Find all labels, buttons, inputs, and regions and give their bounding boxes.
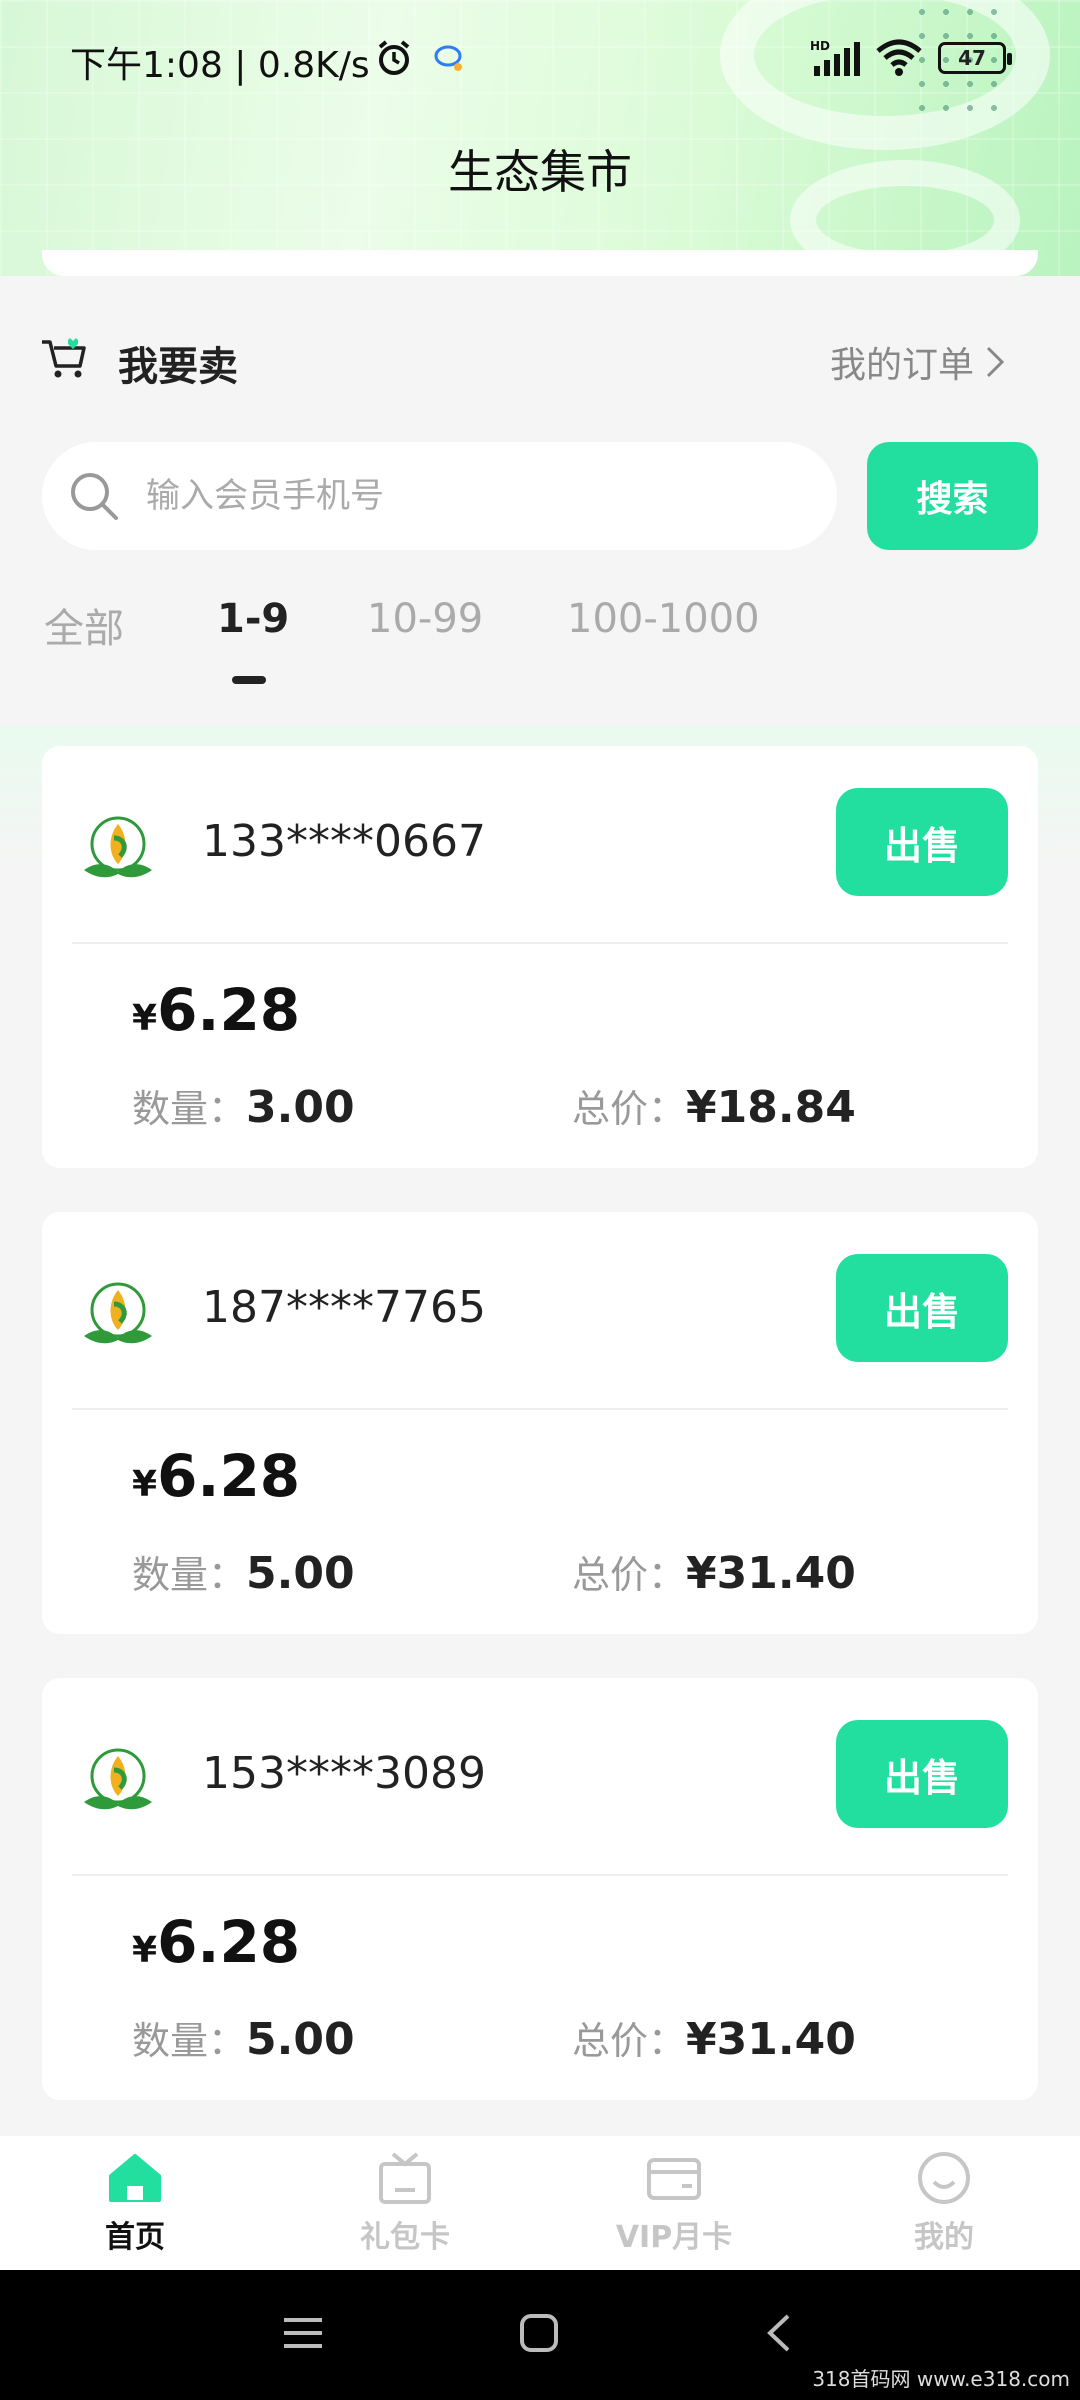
total-price-label: 总价：	[572, 1087, 687, 1131]
sell-title: 我要卖	[118, 344, 238, 390]
quantity-value: 3.00	[246, 1082, 355, 1133]
my-orders-link[interactable]: 我的订单	[830, 336, 1006, 388]
quantity-label: 数量：	[132, 2019, 247, 2063]
leaf-logo-icon	[84, 816, 152, 878]
unit-price: ¥6.28	[132, 1442, 300, 1510]
nav-gift-card-label: 礼包卡	[360, 2220, 450, 2255]
order-card: 153****3089 出售 ¥6.28 数量：5.00 总价：¥31.40	[42, 1678, 1038, 2100]
header-panel-edge	[42, 250, 1038, 276]
member-phone: 133****0667	[202, 816, 486, 867]
active-tab-indicator	[232, 676, 266, 684]
tab-1-9[interactable]: 1-9	[217, 596, 289, 642]
nav-gift-card[interactable]: 礼包卡	[305, 2150, 505, 2256]
sell-button[interactable]: 出售	[836, 1720, 1008, 1828]
home-icon	[109, 2154, 161, 2202]
home-square-icon[interactable]	[518, 2312, 560, 2354]
currency-symbol: ¥	[132, 1464, 158, 1505]
my-orders-label: 我的订单	[829, 345, 974, 386]
unit-price-value: 6.28	[157, 976, 301, 1044]
battery-level: 47	[958, 46, 986, 70]
total-price-label: 总价：	[572, 2019, 687, 2063]
cellular-signal-icon: HD	[810, 39, 860, 76]
status-icons-left	[374, 38, 466, 78]
system-navigation-bar: 318首码网 www.e318.com	[0, 2270, 1080, 2400]
total-price-value: ¥31.40	[686, 2014, 856, 2065]
chevron-right-icon	[986, 346, 1005, 378]
back-icon[interactable]	[760, 2312, 802, 2354]
profile-icon	[918, 2152, 970, 2204]
tab-all[interactable]: 全部	[44, 596, 124, 654]
menu-icon[interactable]	[282, 2312, 324, 2354]
member-phone: 153****3089	[202, 1748, 486, 1799]
leaf-logo-icon	[84, 1748, 152, 1810]
sell-section-header: 我要卖 我的订单	[0, 300, 1080, 420]
wifi-icon	[876, 39, 922, 76]
chat-bubble-icon	[434, 45, 462, 71]
nav-home[interactable]: 首页	[35, 2150, 235, 2256]
status-time: 下午1:08 | 0.8K/s	[70, 45, 370, 86]
sell-button[interactable]: 出售	[836, 1254, 1008, 1362]
status-icons-right: HD 47	[810, 38, 1012, 78]
gift-card-icon	[379, 2152, 431, 2204]
total-price-value: ¥31.40	[686, 1548, 856, 1599]
range-tabs: 全部 1-9 10-99 100-1000	[0, 596, 1080, 686]
status-bar: 下午1:08 | 0.8K/s HD 47	[0, 28, 1080, 88]
vip-card-icon	[647, 2158, 701, 2200]
sell-button[interactable]: 出售	[836, 788, 1008, 896]
search-button[interactable]: 搜索	[867, 442, 1038, 550]
quantity: 数量：3.00	[132, 1078, 355, 1133]
unit-price: ¥6.28	[132, 1908, 300, 1976]
page-title: 生态集市	[448, 145, 632, 199]
currency-symbol: ¥	[132, 998, 158, 1039]
search-box[interactable]	[42, 442, 837, 550]
quantity: 数量：5.00	[132, 2010, 355, 2065]
card-divider	[72, 942, 1008, 944]
total-price: 总价：¥31.40	[572, 1544, 856, 1599]
bottom-navigation: 首页 礼包卡 VIP月卡 我的	[0, 2136, 1080, 2270]
leaf-logo-icon	[84, 1282, 152, 1344]
member-phone: 187****7765	[202, 1282, 486, 1333]
search-icon	[71, 473, 118, 520]
quantity-value: 5.00	[246, 1548, 355, 1599]
card-divider	[72, 1408, 1008, 1410]
total-price: 总价：¥31.40	[572, 2010, 856, 2065]
nav-profile[interactable]: 我的	[844, 2150, 1044, 2256]
quantity-value: 5.00	[246, 2014, 355, 2065]
unit-price: ¥6.28	[132, 976, 300, 1044]
total-price: 总价：¥18.84	[572, 1078, 856, 1133]
order-card: 133****0667 出售 ¥6.28 数量：3.00 总价：¥18.84	[42, 746, 1038, 1168]
nav-home-label: 首页	[105, 2220, 165, 2255]
nav-vip-card-label: VIP月卡	[615, 2220, 733, 2255]
tab-10-99[interactable]: 10-99	[367, 596, 483, 642]
battery-indicator: 47	[938, 42, 1012, 74]
currency-symbol: ¥	[132, 1930, 158, 1971]
total-price-label: 总价：	[572, 1553, 687, 1597]
quantity-label: 数量：	[132, 1087, 247, 1131]
quantity-label: 数量：	[132, 1553, 247, 1597]
card-divider	[72, 1874, 1008, 1876]
unit-price-value: 6.28	[157, 1908, 301, 1976]
watermark: 318首码网 www.e318.com	[812, 2367, 1070, 2391]
tab-100-1000[interactable]: 100-1000	[567, 596, 760, 642]
shopping-cart-icon	[42, 338, 86, 378]
order-card: 187****7765 出售 ¥6.28 数量：5.00 总价：¥31.40	[42, 1212, 1038, 1634]
svg-text:HD: HD	[810, 39, 830, 53]
nav-profile-label: 我的	[914, 2220, 974, 2255]
quantity: 数量：5.00	[132, 1544, 355, 1599]
nav-vip-card[interactable]: VIP月卡	[574, 2150, 774, 2256]
unit-price-value: 6.28	[157, 1442, 301, 1510]
alarm-icon	[378, 40, 410, 75]
total-price-value: ¥18.84	[686, 1082, 856, 1133]
search-input[interactable]	[146, 476, 786, 516]
